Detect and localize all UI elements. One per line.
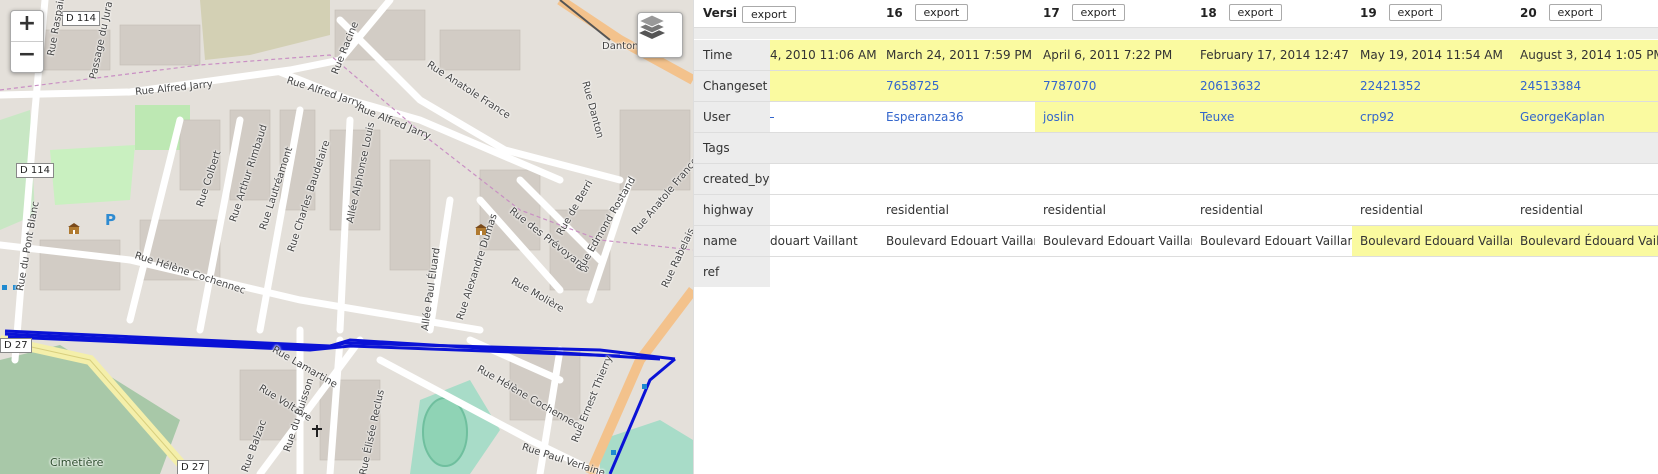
- tag-value: Boulevard Edouart Vaillant: [886, 234, 1035, 248]
- time-cell: August 3, 2014 1:05 PM: [1512, 40, 1658, 70]
- version-number: 17: [1043, 6, 1060, 20]
- export-button[interactable]: export: [1388, 4, 1443, 21]
- ref-row: ref: [694, 257, 1658, 287]
- user-link[interactable]: joslin: [1043, 110, 1074, 124]
- version-number: 16: [886, 6, 903, 20]
- user-link[interactable]: GeorgeKaplan: [1520, 110, 1605, 124]
- row-label: Tags: [694, 133, 770, 163]
- tag-value: douart Vaillant: [770, 234, 858, 248]
- tag-value: Boulevard Edouart Vaillant: [1043, 234, 1192, 248]
- time-cell: 4, 2010 11:06 AM: [770, 40, 878, 70]
- created-by-row: created_by: [694, 164, 1658, 194]
- tag-value: Boulevard Édouard Vaillant: [1512, 226, 1658, 256]
- stop-marker: [611, 450, 616, 455]
- time-cell: May 19, 2014 11:54 AM: [1352, 40, 1512, 70]
- changeset-link[interactable]: 7658725: [886, 79, 939, 93]
- zoom-out-button[interactable]: −: [11, 41, 43, 72]
- zoom-control: + −: [10, 10, 44, 73]
- running-track: [422, 397, 468, 467]
- stop-marker: [2, 285, 7, 290]
- time-cell: March 24, 2011 7:59 PM: [878, 40, 1035, 70]
- tag-value: residential: [1360, 203, 1423, 217]
- export-button[interactable]: export: [1071, 4, 1126, 21]
- row-label: User: [694, 102, 770, 132]
- changeset-link[interactable]: 7787070: [1043, 79, 1096, 93]
- area-label: Cimetière: [50, 456, 104, 469]
- row-label: Time: [694, 40, 770, 70]
- map-view[interactable]: + − D 114 D 114 D 27 D 27 Rue Raspail Pa…: [0, 0, 693, 474]
- tag-value: residential: [1520, 203, 1583, 217]
- park-area: [50, 145, 135, 205]
- row-label: highway: [694, 195, 770, 225]
- changeset-link[interactable]: 20613632: [1200, 79, 1261, 93]
- time-row: Time 4, 2010 11:06 AM March 24, 2011 7:5…: [694, 40, 1658, 70]
- road-shield: D 27: [0, 338, 32, 353]
- tag-value: residential: [886, 203, 949, 217]
- road-shield: D 27: [177, 460, 209, 474]
- zoom-in-button[interactable]: +: [11, 11, 43, 41]
- time-cell: April 6, 2011 7:22 PM: [1035, 40, 1192, 70]
- tag-value: Boulevard Edouard Vaillant: [1352, 226, 1512, 256]
- export-button[interactable]: export: [1228, 4, 1283, 21]
- truncated-user-link: [770, 117, 774, 118]
- road-shield: D 114: [62, 11, 100, 26]
- tag-value: residential: [1200, 203, 1263, 217]
- time-cell: February 17, 2014 12:47 PM: [1192, 40, 1352, 70]
- tags-row: Tags: [694, 133, 1658, 163]
- user-link[interactable]: Teuxe: [1200, 110, 1234, 124]
- tag-value: residential: [1043, 203, 1106, 217]
- version-column-label: Versi: [703, 6, 737, 20]
- version-number: 18: [1200, 6, 1217, 20]
- export-button[interactable]: export: [742, 6, 796, 23]
- row-label: name: [694, 226, 770, 256]
- export-button[interactable]: export: [1548, 4, 1603, 21]
- townhall-icon: [68, 223, 80, 234]
- row-label: ref: [694, 257, 770, 287]
- changeset-row: Changeset 7658725 7787070 20613632 22421…: [694, 71, 1658, 101]
- version-header-row: Versi export 16 export 17 export 18 expo…: [694, 0, 1658, 26]
- highway-row: highway residential residential resident…: [694, 195, 1658, 225]
- row-label: Changeset: [694, 71, 770, 101]
- user-link[interactable]: Esperanza36: [886, 110, 964, 124]
- version-history-table: Versi export 16 export 17 export 18 expo…: [693, 0, 1658, 474]
- row-label: created_by: [694, 164, 770, 194]
- export-button[interactable]: export: [914, 4, 969, 21]
- changeset-link[interactable]: 24513384: [1520, 79, 1581, 93]
- townhall-icon: [475, 224, 487, 235]
- user-row: User Esperanza36 joslin Teuxe crp92 Geor…: [694, 102, 1658, 132]
- layers-icon: [638, 14, 666, 39]
- version-number: 20: [1520, 6, 1537, 20]
- parking-icon: P: [105, 211, 116, 229]
- layers-button[interactable]: [637, 12, 683, 58]
- road-shield: D 114: [16, 163, 54, 178]
- street-label: Danton: [602, 41, 639, 52]
- tag-value: Boulevard Edouart Vaillant: [1200, 234, 1352, 248]
- stop-marker: [642, 384, 647, 389]
- user-link[interactable]: crp92: [1360, 110, 1394, 124]
- name-row: name douart Vaillant Boulevard Edouart V…: [694, 226, 1658, 256]
- church-icon: [312, 425, 322, 437]
- version-number: 19: [1360, 6, 1377, 20]
- changeset-link[interactable]: 22421352: [1360, 79, 1421, 93]
